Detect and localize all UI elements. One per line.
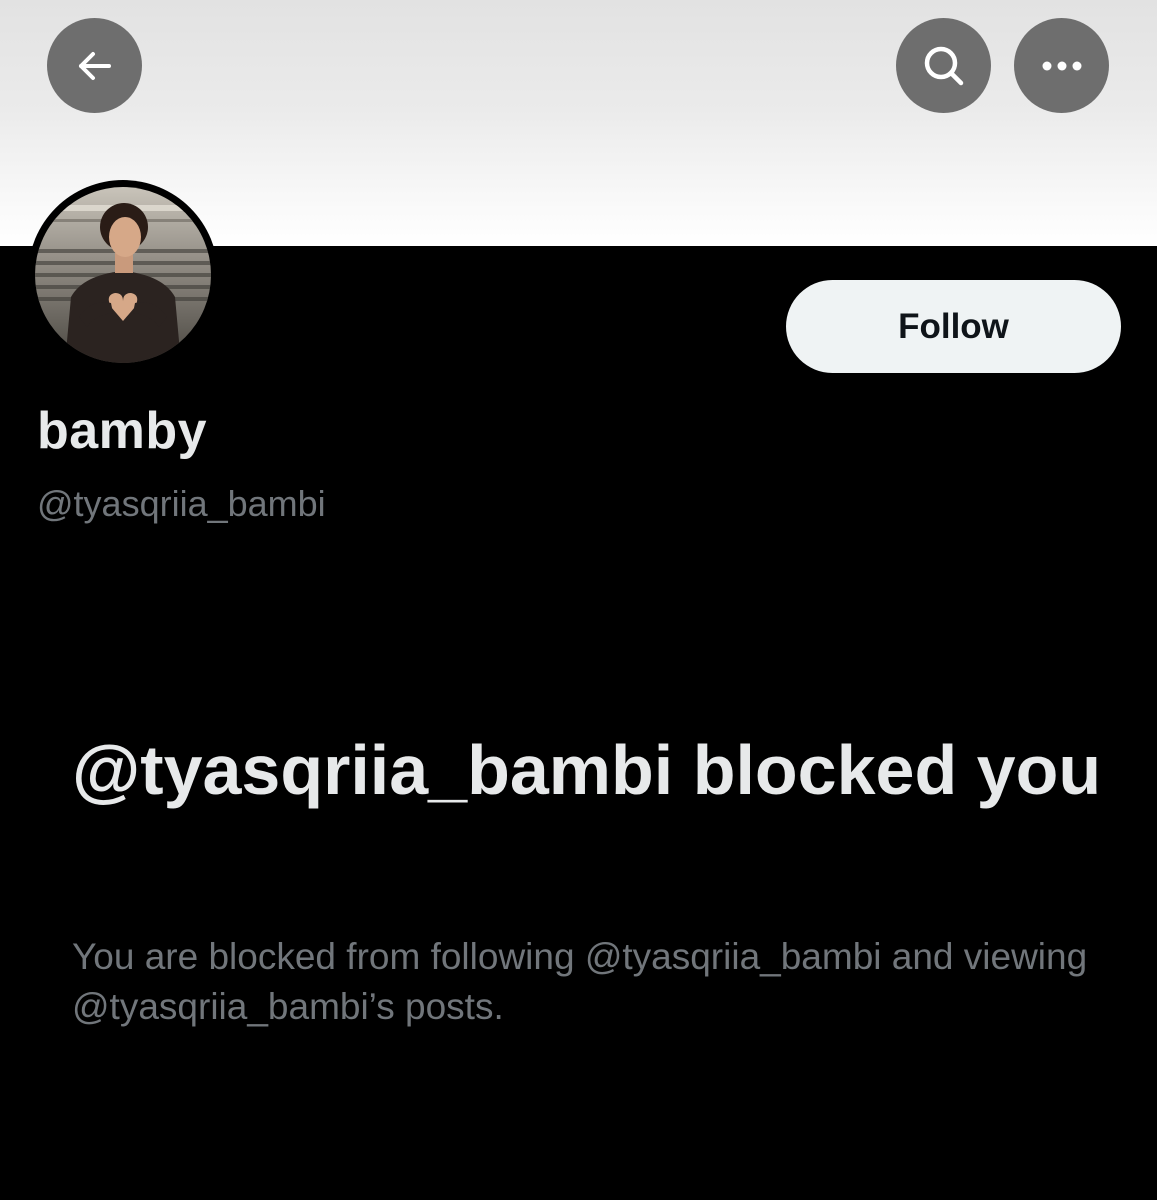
more-horizontal-icon <box>1040 60 1084 72</box>
profile-display-name: bamby <box>37 402 208 460</box>
avatar-container[interactable] <box>28 180 218 370</box>
profile-avatar[interactable] <box>35 187 211 363</box>
follow-button[interactable]: Follow <box>786 280 1121 373</box>
blocked-description: You are blocked from following @tyasqrii… <box>72 936 1088 1027</box>
arrow-left-icon <box>73 44 117 88</box>
back-button[interactable] <box>47 18 142 113</box>
blocked-title: @tyasqriia_bambi blocked you <box>72 731 1102 809</box>
search-icon <box>920 42 968 90</box>
profile-page: Follow bamby @tyasqriia_bambi @tyasqriia… <box>0 0 1157 1200</box>
search-button[interactable] <box>896 18 991 113</box>
more-options-button[interactable] <box>1014 18 1109 113</box>
profile-handle: @tyasqriia_bambi <box>37 483 326 524</box>
